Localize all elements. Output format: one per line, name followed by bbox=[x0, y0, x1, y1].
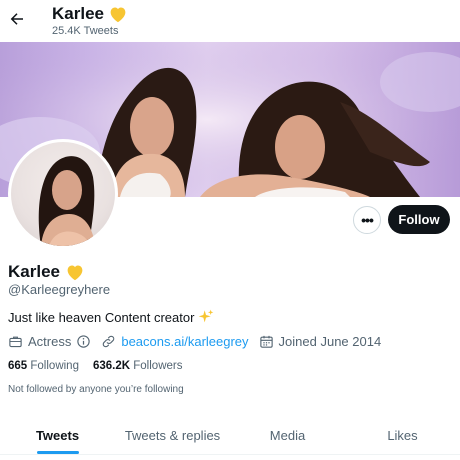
back-button[interactable] bbox=[6, 8, 28, 30]
followed-by-note: Not followed by anyone you’re following bbox=[8, 384, 184, 395]
following-count: 665 bbox=[8, 360, 28, 372]
tab-label: Tweets & replies bbox=[124, 428, 221, 443]
tweet-count: 25.4K Tweets bbox=[52, 25, 119, 37]
more-icon: ••• bbox=[361, 212, 374, 228]
profile-meta: Actress beacons.ai/karleegrey Joined Jun… bbox=[8, 334, 391, 349]
profile-handle: @Karleegreyhere bbox=[8, 282, 111, 297]
followers-stat[interactable]: 636.2K Followers bbox=[93, 360, 183, 372]
calendar-icon bbox=[259, 335, 273, 348]
profile-name-text: Karlee bbox=[8, 262, 60, 281]
followers-count: 636.2K bbox=[92, 360, 131, 372]
profile-bio: Just like heaven Content creator bbox=[8, 309, 214, 325]
joined-item: Joined June 2014 bbox=[259, 334, 382, 349]
follow-stats: 665 Following 636.2K Followers bbox=[8, 360, 182, 372]
joined-date: Joined June 2014 bbox=[278, 334, 382, 349]
avatar[interactable] bbox=[8, 139, 118, 249]
yellow-heart-icon bbox=[110, 7, 126, 23]
tab-label: Media bbox=[269, 428, 306, 443]
tab-tweets[interactable]: Tweets bbox=[0, 417, 115, 454]
tab-label: Tweets bbox=[35, 428, 80, 443]
tab-media[interactable]: Media bbox=[230, 417, 345, 454]
bio-text: Just like heaven Content creator bbox=[8, 309, 195, 325]
header-title: Karlee bbox=[52, 4, 128, 24]
header-title-text: Karlee bbox=[52, 4, 104, 23]
briefcase-icon bbox=[9, 336, 22, 348]
following-label: Following bbox=[30, 360, 79, 372]
category-label: Actress bbox=[28, 334, 72, 349]
active-tab-indicator bbox=[36, 451, 79, 454]
followers-label: Followers bbox=[133, 360, 183, 372]
follow-button[interactable]: Follow bbox=[388, 205, 450, 234]
back-arrow-icon bbox=[10, 13, 23, 25]
top-bar: Karlee 25.4K Tweets bbox=[0, 0, 460, 42]
more-button[interactable]: ••• bbox=[353, 206, 381, 234]
following-stat[interactable]: 665 Following bbox=[8, 360, 79, 372]
tab-tweets-replies[interactable]: Tweets & replies bbox=[115, 417, 230, 454]
avatar-image bbox=[11, 142, 115, 246]
profile-tabs: Tweets Tweets & replies Media Likes bbox=[0, 417, 460, 455]
sparkles-icon bbox=[199, 309, 214, 323]
category-item: Actress bbox=[8, 334, 91, 349]
profile-name: Karlee bbox=[8, 262, 85, 282]
tab-label: Likes bbox=[387, 428, 418, 443]
info-icon[interactable] bbox=[76, 334, 91, 349]
website-item: beacons.ai/karleegrey bbox=[101, 334, 249, 349]
link-icon bbox=[103, 335, 115, 348]
yellow-heart-icon bbox=[67, 265, 83, 281]
website-link[interactable]: beacons.ai/karleegrey bbox=[121, 334, 248, 349]
tab-likes[interactable]: Likes bbox=[345, 417, 460, 454]
